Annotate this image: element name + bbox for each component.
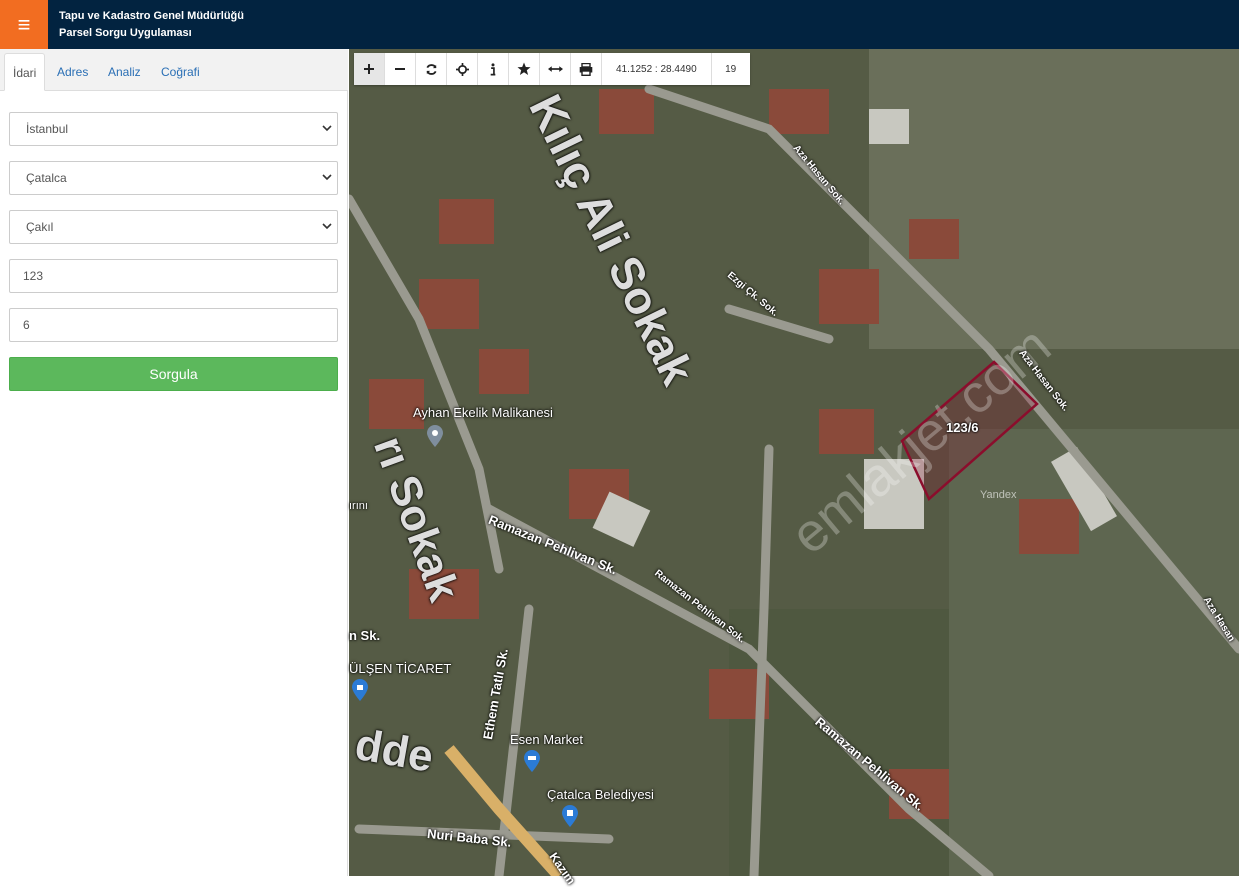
refresh-button[interactable] (416, 53, 447, 85)
map-pin-icon[interactable] (427, 425, 443, 447)
zoom-level-readout: 19 (725, 63, 737, 75)
zoom-out-icon (395, 68, 405, 70)
poi-catalca-belediyesi[interactable]: Çatalca Belediyesi (547, 787, 654, 802)
map-attribution: Yandex (980, 489, 1017, 501)
shopping-cart-icon[interactable] (524, 750, 540, 772)
street-label-nsk: n Sk. (349, 628, 381, 643)
street-label-irini: ırını (349, 500, 368, 512)
crosshair-icon (455, 62, 469, 76)
chevron-down-icon (322, 174, 332, 181)
zoom-in-button[interactable] (354, 53, 385, 85)
map-toolbar: 41.1252 : 28.4490 19 (354, 53, 750, 85)
app-title-line1: Tapu ve Kadastro Genel Müdürlüğü (59, 10, 244, 22)
poi-ayhan[interactable]: Ayhan Ekelik Malikanesi (413, 405, 553, 420)
star-icon (517, 62, 531, 75)
print-button[interactable] (571, 53, 602, 85)
satellite-imagery (349, 49, 1239, 876)
tab-bar: İdari Adres Analiz Coğrafi (0, 49, 348, 91)
ilce-select[interactable]: Çatalca (9, 161, 338, 195)
pan-button[interactable] (447, 53, 478, 85)
hamburger-icon: ≡ (17, 11, 31, 37)
chevron-down-icon (322, 223, 332, 230)
il-select-value: İstanbul (26, 122, 69, 136)
tab-analiz[interactable]: Analiz (100, 53, 149, 91)
ilce-select-value: Çatalca (26, 171, 67, 185)
shopping-bag-icon[interactable] (352, 679, 368, 701)
parsel-input[interactable]: 6 (9, 308, 338, 342)
favorite-button[interactable] (509, 53, 540, 85)
parsel-input-value: 6 (23, 318, 30, 332)
ada-input-value: 123 (23, 269, 44, 283)
refresh-icon (425, 63, 437, 75)
mahalle-select[interactable]: Çakıl (9, 210, 338, 244)
sidebar: İdari Adres Analiz Coğrafi İstanbul Çata… (0, 49, 348, 876)
info-icon (490, 62, 496, 75)
coordinate-readout: 41.1252 : 28.4490 (602, 53, 712, 85)
menu-button[interactable]: ≡ (0, 0, 48, 49)
mahalle-select-value: Çakıl (26, 220, 54, 234)
building-icon[interactable] (562, 805, 578, 827)
sorgula-button[interactable]: Sorgula (9, 357, 338, 391)
il-select[interactable]: İstanbul (9, 112, 338, 146)
measure-icon (547, 66, 563, 72)
tab-cografi[interactable]: Coğrafi (153, 53, 208, 91)
tab-adres[interactable]: Adres (49, 53, 96, 91)
tab-idari[interactable]: İdari (4, 53, 46, 91)
parcel-label[interactable]: 123/6 (946, 420, 979, 435)
app-title-line2: Parsel Sorgu Uygulaması (59, 27, 192, 39)
poi-esen-market[interactable]: Esen Market (510, 732, 583, 747)
print-icon (579, 62, 593, 76)
measure-button[interactable] (540, 53, 571, 85)
zoom-out-button[interactable] (385, 53, 416, 85)
app-title: Tapu ve Kadastro Genel Müdürlüğü Parsel … (59, 8, 244, 42)
map-view[interactable]: emlakjet.com (349, 49, 1239, 876)
ada-input[interactable]: 123 (9, 259, 338, 293)
zoom-in-icon (364, 64, 374, 74)
info-button[interactable] (478, 53, 509, 85)
chevron-down-icon (322, 125, 332, 132)
top-bar: ≡ Tapu ve Kadastro Genel Müdürlüğü Parse… (0, 0, 1239, 49)
poi-gulsen[interactable]: ÜLŞEN TİCARET (349, 661, 451, 676)
